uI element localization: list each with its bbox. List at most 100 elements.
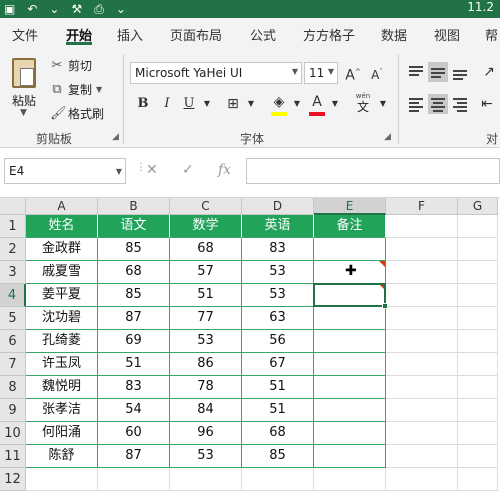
- cell-g9[interactable]: [458, 399, 498, 422]
- cell-d7[interactable]: 67: [242, 353, 314, 376]
- phonetic-dropdown-icon[interactable]: ▼: [374, 94, 392, 114]
- cell-g8[interactable]: [458, 376, 498, 399]
- tab-page-layout[interactable]: 页面布局: [170, 25, 222, 44]
- cell-a10[interactable]: 何阳涌: [26, 422, 98, 445]
- cell-d10[interactable]: 68: [242, 422, 314, 445]
- cell-c7[interactable]: 86: [170, 353, 242, 376]
- customize-icon[interactable]: ⌄: [116, 3, 126, 15]
- cell-d2[interactable]: 83: [242, 238, 314, 261]
- cell-a6[interactable]: 孔绮菱: [26, 330, 98, 353]
- column-header-c[interactable]: C: [170, 198, 242, 215]
- row-header-9[interactable]: 9: [0, 399, 26, 422]
- tab-help[interactable]: 帮: [485, 25, 498, 44]
- cell-a5[interactable]: 沈功碧: [26, 307, 98, 330]
- paste-button[interactable]: 粘贴: [12, 92, 36, 109]
- cell-g11[interactable]: [458, 445, 498, 468]
- borders-button[interactable]: ⊞: [224, 94, 242, 114]
- cell-g1[interactable]: [458, 215, 498, 238]
- cell-c2[interactable]: 68: [170, 238, 242, 261]
- column-header-f[interactable]: F: [386, 198, 458, 215]
- cell-g7[interactable]: [458, 353, 498, 376]
- row-header-10[interactable]: 10: [0, 422, 26, 445]
- row-header-1[interactable]: 1: [0, 215, 26, 238]
- underline-dropdown-icon[interactable]: ▼: [198, 94, 216, 114]
- cell-e6[interactable]: [314, 330, 386, 353]
- table-header-cell[interactable]: 英语: [242, 215, 314, 238]
- cell-a4[interactable]: 姜平夏: [26, 284, 98, 307]
- cell-b4[interactable]: 85: [98, 284, 170, 307]
- cell-g2[interactable]: [458, 238, 498, 261]
- cell-b10[interactable]: 60: [98, 422, 170, 445]
- cancel-icon[interactable]: ✕: [146, 162, 158, 178]
- cell-e9[interactable]: [314, 399, 386, 422]
- cell-g10[interactable]: [458, 422, 498, 445]
- borders-dropdown-icon[interactable]: ▼: [242, 94, 260, 114]
- tab-view[interactable]: 视图: [434, 25, 460, 44]
- cell-c11[interactable]: 53: [170, 445, 242, 468]
- cell-a7[interactable]: 许玉凤: [26, 353, 98, 376]
- copy-dropdown-icon[interactable]: ▼: [96, 85, 102, 94]
- cell-c4[interactable]: 51: [170, 284, 242, 307]
- cell-f7[interactable]: [386, 353, 458, 376]
- cell-f6[interactable]: [386, 330, 458, 353]
- cell-f1[interactable]: [386, 215, 458, 238]
- cell-d8[interactable]: 51: [242, 376, 314, 399]
- tab-fangfang[interactable]: 方方格子: [303, 25, 355, 44]
- cell-f11[interactable]: [386, 445, 458, 468]
- font-color-dropdown-icon[interactable]: ▼: [326, 94, 344, 114]
- cell-d6[interactable]: 56: [242, 330, 314, 353]
- cell-c9[interactable]: 84: [170, 399, 242, 422]
- bottom-align-button[interactable]: [450, 62, 470, 82]
- save-icon[interactable]: ▣: [4, 3, 15, 15]
- fill-color-dropdown-icon[interactable]: ▼: [288, 94, 306, 114]
- cut-button[interactable]: ✂ 剪切: [50, 56, 92, 74]
- column-header-d[interactable]: D: [242, 198, 314, 215]
- underline-button[interactable]: U: [180, 94, 198, 114]
- cell-f8[interactable]: [386, 376, 458, 399]
- name-box[interactable]: E4 ▼: [4, 158, 126, 184]
- cell-f4[interactable]: [386, 284, 458, 307]
- cell-a8[interactable]: 魏悦明: [26, 376, 98, 399]
- enter-icon[interactable]: ✓: [182, 162, 194, 178]
- cell-b8[interactable]: 83: [98, 376, 170, 399]
- row-header-7[interactable]: 7: [0, 353, 26, 376]
- cell-g5[interactable]: [458, 307, 498, 330]
- cell-b3[interactable]: 68: [98, 261, 170, 284]
- format-painter-button[interactable]: 🖌 格式刷: [50, 104, 104, 122]
- cell-a11[interactable]: 陈舒: [26, 445, 98, 468]
- cell-g3[interactable]: [458, 261, 498, 284]
- middle-align-button[interactable]: [428, 62, 448, 82]
- row-header-8[interactable]: 8: [0, 376, 26, 399]
- cell-e2[interactable]: [314, 238, 386, 261]
- table-header-cell[interactable]: 数学: [170, 215, 242, 238]
- redo-icon[interactable]: ⌄: [49, 3, 59, 15]
- cell-e7[interactable]: [314, 353, 386, 376]
- cell-a12[interactable]: [26, 468, 98, 491]
- cell-b9[interactable]: 54: [98, 399, 170, 422]
- grow-font-button[interactable]: A^: [344, 62, 362, 84]
- align-right-button[interactable]: [450, 94, 470, 114]
- orientation-button[interactable]: ↗: [480, 62, 498, 82]
- insert-function-button[interactable]: fx: [218, 162, 231, 178]
- cell-f3[interactable]: [386, 261, 458, 284]
- bold-button[interactable]: B: [134, 94, 152, 114]
- cell-b6[interactable]: 69: [98, 330, 170, 353]
- cell-e10[interactable]: [314, 422, 386, 445]
- worksheet-grid[interactable]: A B C D E F G 1 2 3 4 5 6 7 8 9 10 11 12 姓名 语文 数学 英语 备注 金政群 85 68 8…: [0, 198, 500, 495]
- cell-c10[interactable]: 96: [170, 422, 242, 445]
- fill-color-button[interactable]: ◈: [270, 92, 288, 112]
- cell-b12[interactable]: [98, 468, 170, 491]
- row-header-3[interactable]: 3: [0, 261, 26, 284]
- font-name-select[interactable]: Microsoft YaHei UI ▼: [130, 62, 302, 84]
- copy-button[interactable]: ⧉ 复制 ▼: [50, 80, 102, 98]
- tab-file[interactable]: 文件: [12, 25, 38, 44]
- cell-e12[interactable]: [314, 468, 386, 491]
- cell-f10[interactable]: [386, 422, 458, 445]
- table-header-cell[interactable]: 备注: [314, 215, 386, 238]
- table-header-cell[interactable]: 姓名: [26, 215, 98, 238]
- cell-c12[interactable]: [170, 468, 242, 491]
- cell-d4[interactable]: 53: [242, 284, 314, 307]
- cell-d3[interactable]: 53: [242, 261, 314, 284]
- cell-g6[interactable]: [458, 330, 498, 353]
- cell-a9[interactable]: 张孝洁: [26, 399, 98, 422]
